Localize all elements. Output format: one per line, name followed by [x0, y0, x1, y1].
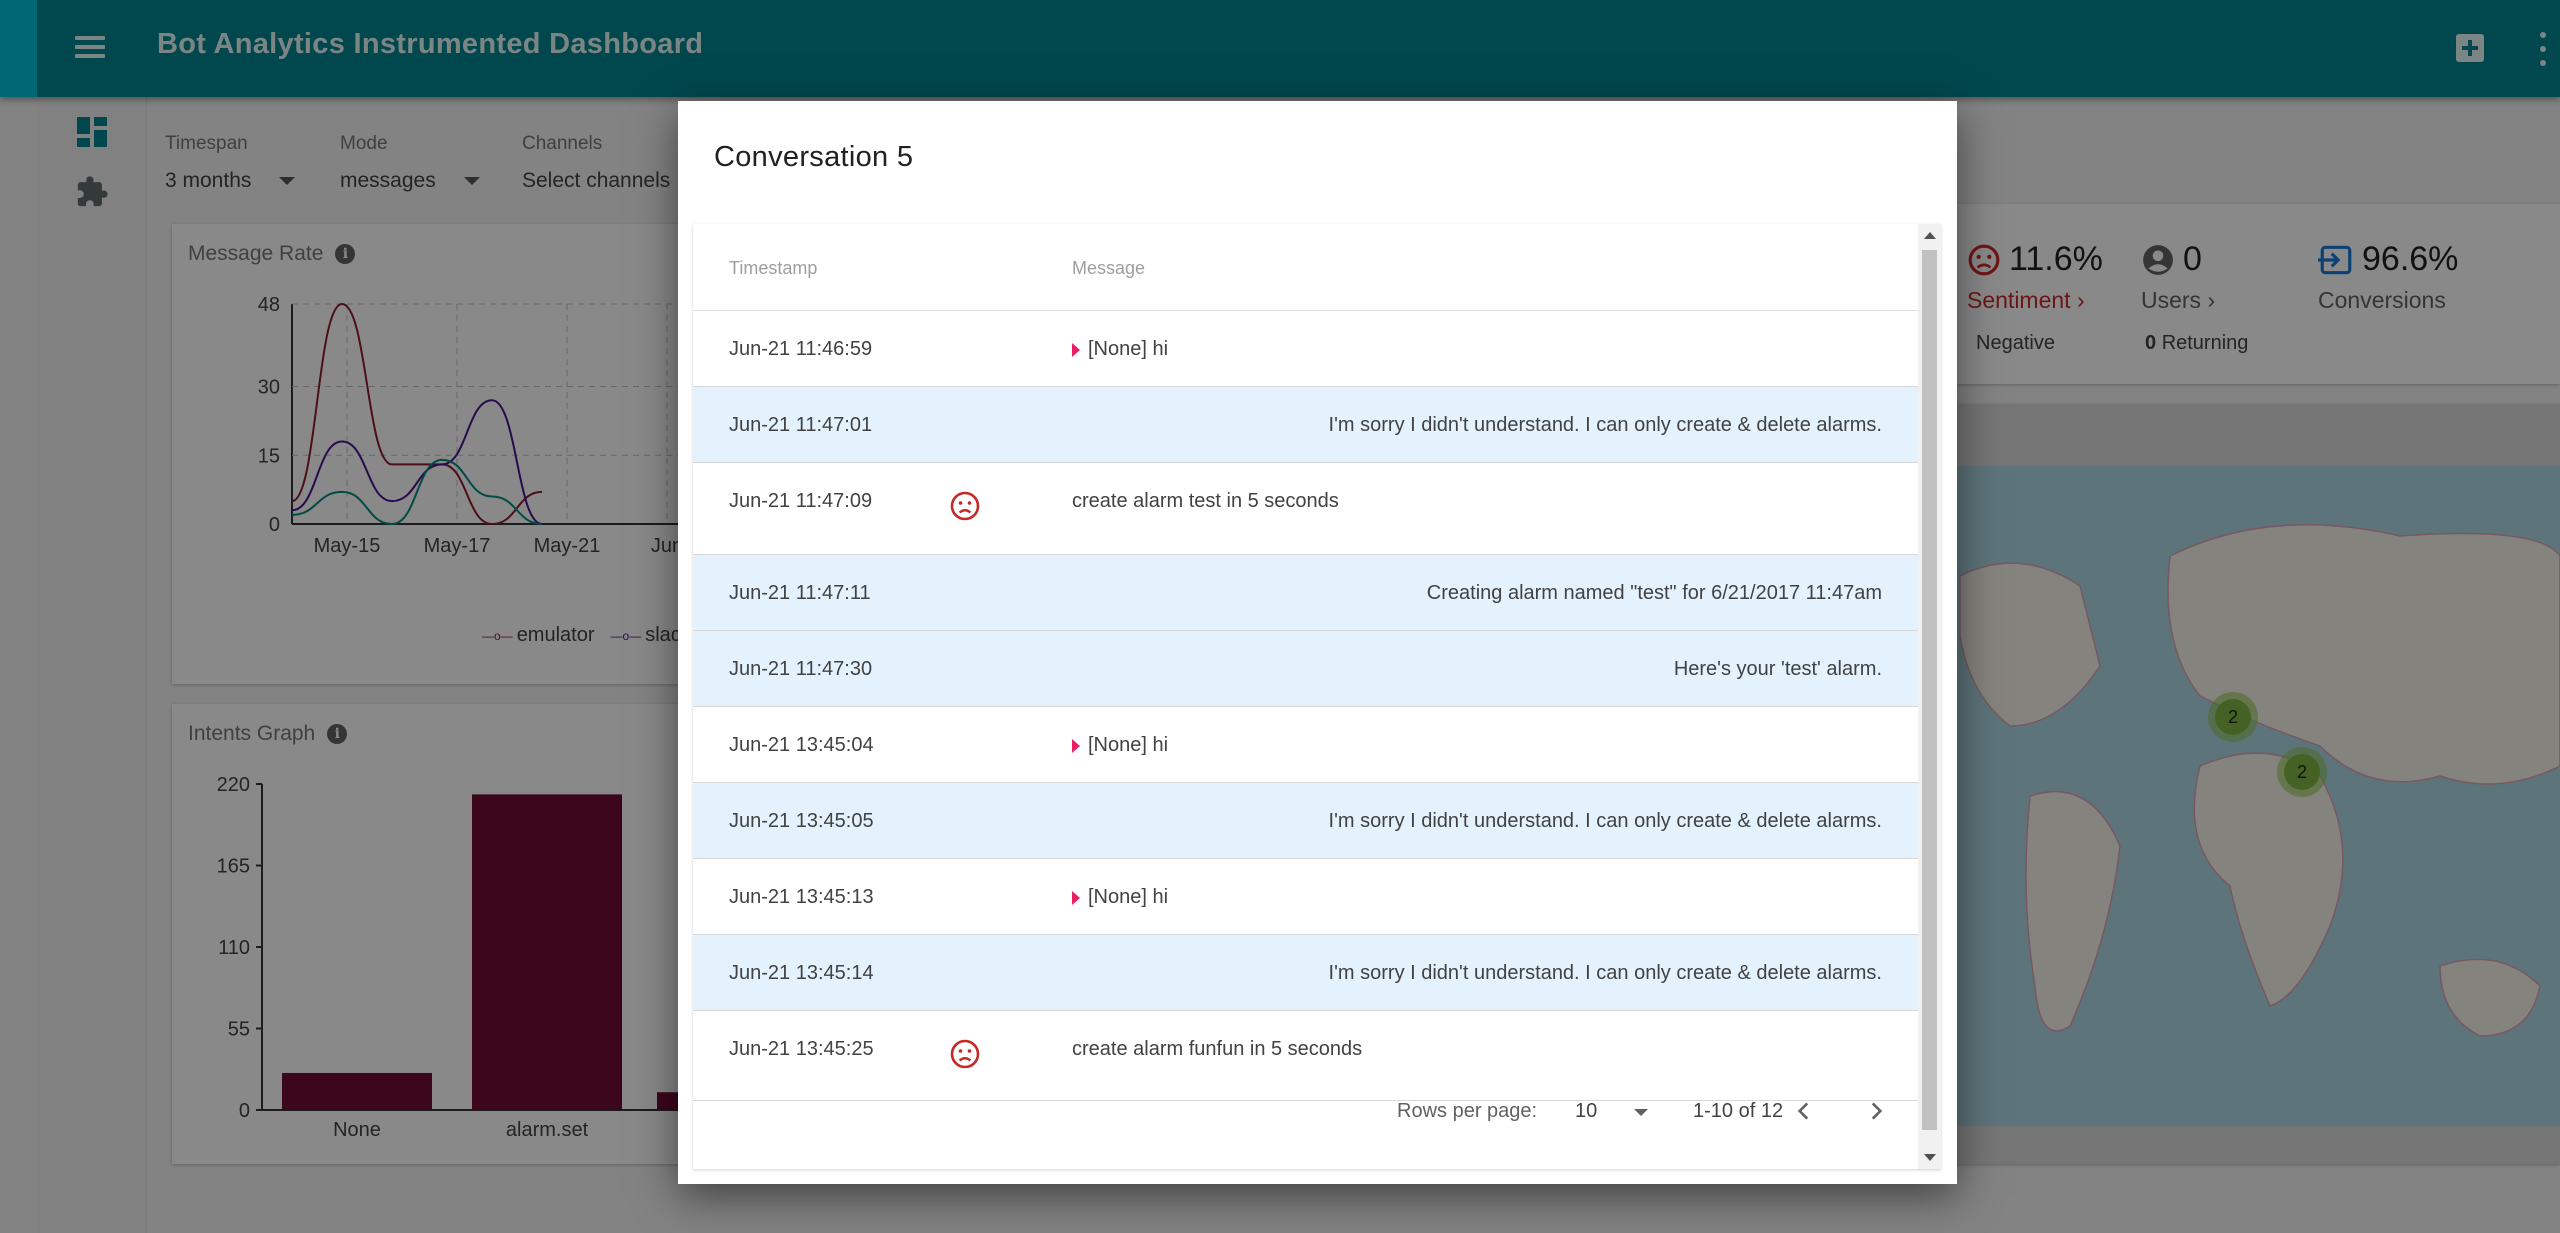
row-message: create alarm test in 5 seconds: [1072, 490, 1339, 513]
row-message: [None] hi: [1072, 734, 1168, 757]
table-pagination: Rows per page: 10 1-10 of 12: [693, 1076, 1918, 1146]
row-message: I'm sorry I didn't understand. I can onl…: [1329, 414, 1882, 437]
sentiment-dissatisfied-icon: [950, 491, 980, 521]
rows-per-page-select[interactable]: 10: [1575, 1100, 1597, 1123]
conversation-table: Timestamp Message Jun-21 11:46:59 [None] …: [693, 224, 1941, 1169]
row-timestamp: Jun-21 11:47:09: [729, 490, 873, 512]
conversation-dialog: Conversation 5 Timestamp Message Jun-21 …: [678, 101, 1957, 1184]
table-row[interactable]: Jun-21 11:46:59 [None] hi: [693, 311, 1918, 387]
chevron-down-icon[interactable]: [1634, 1109, 1648, 1116]
row-timestamp: Jun-21 13:45:05: [729, 810, 874, 832]
row-message-text: I'm sorry I didn't understand. I can onl…: [1328, 962, 1882, 984]
row-message-text: Here's your 'test' alarm.: [1673, 658, 1882, 680]
row-message: [None] hi: [1072, 886, 1168, 909]
row-timestamp: Jun-21 13:45:25: [729, 1038, 874, 1060]
scroll-up-icon[interactable]: [1924, 232, 1936, 239]
user-message-indicator-icon: [1072, 890, 1080, 905]
row-message-text: Creating alarm named "test" for 6/21/201…: [1426, 582, 1882, 604]
table-row[interactable]: Jun-21 11:47:09 create alarm test in 5 se…: [693, 463, 1918, 555]
row-timestamp: Jun-21 11:47:30: [729, 658, 873, 680]
row-timestamp: Jun-21 13:45:14: [729, 962, 874, 984]
user-message-indicator-icon: [1072, 342, 1080, 357]
row-message-text: [None] hi: [1088, 886, 1169, 908]
row-message: Here's your 'test' alarm.: [1674, 658, 1882, 681]
row-message-text: create alarm funfun in 5 seconds: [1072, 1038, 1363, 1060]
scrollbar-thumb[interactable]: [1922, 250, 1937, 1130]
row-timestamp: Jun-21 13:45:13: [729, 886, 874, 908]
row-message: [None] hi: [1072, 338, 1168, 361]
table-row[interactable]: Jun-21 11:47:01 I'm sorry I didn't unders…: [693, 387, 1918, 463]
row-message: create alarm funfun in 5 seconds: [1072, 1038, 1362, 1061]
table-row[interactable]: Jun-21 13:45:04 [None] hi: [693, 707, 1918, 783]
table-header: Timestamp Message: [693, 224, 1918, 311]
row-timestamp: Jun-21 11:47:11: [729, 582, 871, 604]
user-message-indicator-icon: [1072, 738, 1080, 753]
rows-per-page-label: Rows per page:: [1397, 1100, 1538, 1122]
table-row[interactable]: Jun-21 11:47:11 Creating alarm named "tes…: [693, 555, 1918, 631]
page-range: 1-10 of 12: [1693, 1100, 1784, 1122]
row-message: I'm sorry I didn't understand. I can onl…: [1329, 962, 1882, 985]
row-message-text: create alarm test in 5 seconds: [1072, 490, 1339, 512]
dialog-scrollbar[interactable]: [1918, 224, 1941, 1169]
scroll-down-icon[interactable]: [1924, 1154, 1936, 1161]
row-timestamp: Jun-21 11:46:59: [729, 338, 873, 360]
chevron-right-icon[interactable]: [1863, 1098, 1889, 1124]
table-row[interactable]: Jun-21 13:45:14 I'm sorry I didn't unders…: [693, 935, 1918, 1011]
row-timestamp: Jun-21 13:45:04: [729, 734, 874, 756]
row-message-text: [None] hi: [1088, 734, 1169, 756]
sentiment-dissatisfied-icon: [950, 1039, 980, 1069]
row-timestamp: Jun-21 11:47:01: [729, 414, 873, 436]
row-message: Creating alarm named "test" for 6/21/201…: [1427, 582, 1882, 605]
table-row[interactable]: Jun-21 13:45:05 I'm sorry I didn't unders…: [693, 783, 1918, 859]
chevron-left-icon[interactable]: [1791, 1098, 1817, 1124]
table-row[interactable]: Jun-21 13:45:13 [None] hi: [693, 859, 1918, 935]
table-row[interactable]: Jun-21 11:47:30 Here's your 'test' alarm.: [693, 631, 1918, 707]
dialog-title: Conversation 5: [714, 141, 914, 173]
column-timestamp[interactable]: Timestamp: [729, 258, 817, 279]
row-message-text: [None] hi: [1088, 338, 1169, 360]
row-message: I'm sorry I didn't understand. I can onl…: [1329, 810, 1882, 833]
row-message-text: I'm sorry I didn't understand. I can onl…: [1328, 414, 1882, 436]
column-message[interactable]: Message: [1072, 258, 1145, 279]
row-message-text: I'm sorry I didn't understand. I can onl…: [1328, 810, 1882, 832]
